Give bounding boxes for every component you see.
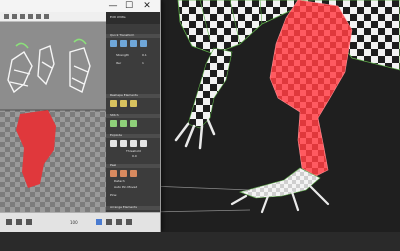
uv-status-bar: 100 xyxy=(0,212,160,233)
peel-quick-icon[interactable] xyxy=(110,170,117,177)
snap-icon[interactable] xyxy=(26,219,32,225)
uv-tool-panel: Edit UVWs Quick Transform Strength 0.1 I… xyxy=(106,12,160,212)
relax-icon[interactable] xyxy=(110,100,117,107)
explode-material-icon[interactable] xyxy=(120,140,127,147)
iterations-label: Iter xyxy=(116,61,122,65)
zoom-value[interactable]: 100 xyxy=(70,221,78,225)
pan-icon[interactable] xyxy=(116,219,122,225)
strength-value[interactable]: 0.1 xyxy=(142,54,147,57)
explode-break-icon[interactable] xyxy=(140,140,147,147)
section-reshape-elements[interactable]: Reshape Elements xyxy=(106,94,160,98)
straighten-icon[interactable] xyxy=(120,40,127,47)
section-peel[interactable]: Peel xyxy=(106,164,160,168)
peel-lscm-icon[interactable] xyxy=(120,170,127,177)
peel-reset-icon[interactable] xyxy=(130,170,137,177)
iterations-value[interactable]: 1 xyxy=(142,62,144,65)
lock-icon[interactable] xyxy=(16,219,22,225)
zoom-icon[interactable] xyxy=(126,219,132,225)
explode-weld-icon[interactable] xyxy=(130,140,137,147)
maximize-button[interactable]: ☐ xyxy=(124,1,134,11)
grid-icon[interactable] xyxy=(96,219,102,225)
mirror-tool-icon[interactable] xyxy=(44,14,49,19)
rotate-icon[interactable] xyxy=(130,40,137,47)
window-title-bar: — ☐ ✕ xyxy=(0,0,160,12)
rotate-tool-icon[interactable] xyxy=(20,14,25,19)
section-quick-transform[interactable]: Quick Transform xyxy=(106,34,160,38)
section-arrange-elements[interactable]: Arrange Elements xyxy=(106,206,160,210)
section-stitch[interactable]: Stitch xyxy=(106,114,160,118)
select-tool-icon[interactable] xyxy=(4,14,9,19)
max-bottom-bar xyxy=(0,232,400,251)
spacing-icon[interactable] xyxy=(140,40,147,47)
freeform-tool-icon[interactable] xyxy=(36,14,41,19)
panel-header: Edit UVWs xyxy=(106,12,160,24)
mesh-foot-right xyxy=(239,167,321,199)
straighten-selection-icon[interactable] xyxy=(130,100,137,107)
stitch-source-icon[interactable] xyxy=(110,120,117,127)
align-icon[interactable] xyxy=(110,40,117,47)
explode-smoothing-icon[interactable] xyxy=(110,140,117,147)
auto-pin-checkbox[interactable]: Auto Pin Moved xyxy=(114,186,137,189)
stitch-average-icon[interactable] xyxy=(130,120,137,127)
panel-header-label: Edit UVWs xyxy=(110,15,126,19)
close-button[interactable]: ✕ xyxy=(142,1,152,11)
threshold-value[interactable]: 0.0 xyxy=(132,155,137,158)
section-explode[interactable]: Explode xyxy=(106,134,160,138)
scale-tool-icon[interactable] xyxy=(28,14,33,19)
threshold-label: Threshold xyxy=(126,149,141,153)
detach-checkbox[interactable]: Detach xyxy=(114,180,125,183)
mesh-leg-red xyxy=(269,0,353,177)
uv-option-icon[interactable] xyxy=(6,219,12,225)
uv-canvas[interactable] xyxy=(0,22,106,212)
flatten-icon[interactable] xyxy=(120,100,127,107)
uv-editor-window: — ☐ ✕ Edit UVWs Quick Transform Strength… xyxy=(0,0,161,233)
mesh-leg-left xyxy=(187,47,233,129)
stitch-target-icon[interactable] xyxy=(120,120,127,127)
move-tool-icon[interactable] xyxy=(12,14,17,19)
zoom-extents-icon[interactable] xyxy=(106,219,112,225)
minimize-button[interactable]: — xyxy=(108,1,118,11)
strength-label: Strength xyxy=(116,53,129,57)
uv-toolbar xyxy=(0,12,106,22)
pins-label: Pins: xyxy=(110,193,118,197)
